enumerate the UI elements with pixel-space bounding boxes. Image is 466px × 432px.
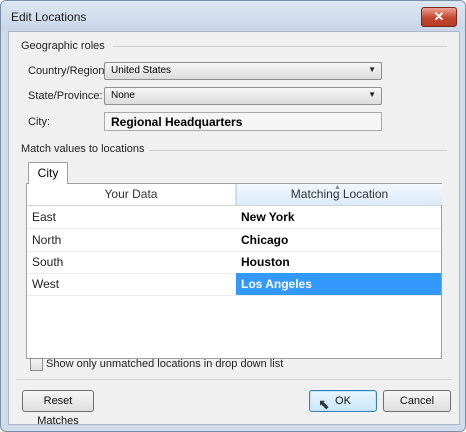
sort-up-icon: ▲ — [334, 184, 341, 191]
state-value: None — [111, 90, 135, 101]
state-dropdown[interactable]: None ▼ — [104, 87, 382, 105]
mouse-pointer-icon: ⬉ — [318, 396, 330, 412]
table-row[interactable]: East New York — [27, 206, 441, 229]
unmatched-only-label[interactable]: Show only unmatched locations in drop do… — [46, 358, 283, 370]
group-divider — [149, 150, 447, 151]
unmatched-only-checkbox[interactable] — [30, 358, 43, 371]
ok-label: OK — [335, 395, 351, 407]
ok-button[interactable]: ⬉ OK — [309, 390, 377, 412]
city-value: Regional Headquarters — [111, 115, 243, 129]
close-icon: ✕ — [433, 9, 445, 24]
row-matching-location[interactable]: Chicago — [236, 229, 441, 251]
table-row[interactable]: South Houston — [27, 251, 441, 274]
match-grid-panel: Your Data ▲ Matching Location East New Y… — [26, 183, 442, 359]
close-button[interactable]: ✕ — [421, 7, 457, 27]
row-data-value: West — [32, 277, 60, 291]
city-field[interactable]: Regional Headquarters — [104, 112, 382, 131]
row-data-value: South — [32, 255, 64, 269]
cancel-button[interactable]: Cancel — [383, 390, 451, 412]
table-row-selected[interactable]: West Los Angeles — [27, 273, 441, 296]
group-divider — [113, 46, 447, 47]
country-label: Country/Region: — [28, 65, 108, 77]
row-matching-location[interactable]: New York — [236, 206, 441, 228]
row-matching-location-selected[interactable]: Los Angeles — [236, 273, 441, 295]
tab-city[interactable]: City — [28, 162, 68, 184]
state-label: State/Province: — [28, 90, 103, 102]
row-data-value: North — [32, 233, 62, 247]
country-value: United States — [111, 65, 172, 76]
reset-matches-button[interactable]: Reset Matches — [22, 390, 94, 427]
country-dropdown[interactable]: United States ▼ — [104, 62, 382, 80]
table-row[interactable]: North Chicago — [27, 229, 441, 252]
dialog-title: Edit Locations — [11, 10, 87, 24]
match-values-heading: Match values to locations — [21, 143, 149, 155]
title-bar: Edit Locations ✕ — [1, 1, 465, 31]
column-header-your-data[interactable]: Your Data — [27, 184, 236, 205]
chevron-down-icon: ▼ — [368, 90, 376, 99]
row-data-value: East — [32, 210, 57, 224]
chevron-down-icon: ▼ — [368, 65, 376, 74]
dialog-body: Geographic roles Country/Region: United … — [8, 31, 460, 427]
edit-locations-dialog: Edit Locations ✕ Geographic roles Countr… — [0, 0, 466, 432]
row-matching-location[interactable]: Houston — [236, 251, 441, 273]
grid-header: Your Data ▲ Matching Location — [27, 184, 442, 206]
city-label: City: — [28, 116, 50, 128]
geographic-roles-heading: Geographic roles — [21, 40, 109, 52]
button-separator — [16, 379, 452, 380]
column-header-matching-location[interactable]: ▲ Matching Location — [236, 184, 442, 205]
